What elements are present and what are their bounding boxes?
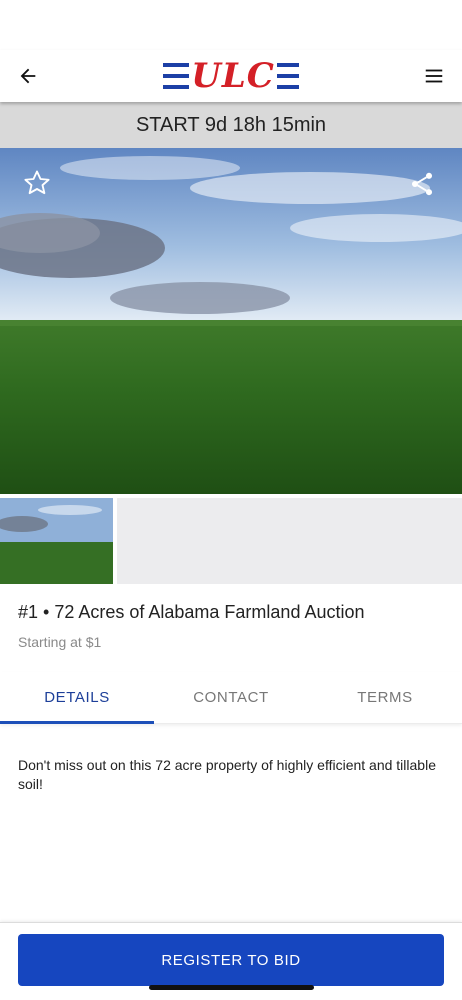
logo-bars-right bbox=[276, 63, 299, 89]
details-description: Don't miss out on this 72 acre property … bbox=[18, 757, 436, 792]
listing-tabs: DETAILS CONTACT TERMS bbox=[0, 672, 462, 724]
status-bar bbox=[0, 0, 462, 50]
back-button[interactable] bbox=[16, 64, 40, 88]
logo-text: ULC bbox=[191, 56, 275, 96]
image-thumbnails bbox=[0, 494, 462, 586]
app-header: ULC bbox=[0, 50, 462, 102]
share-button[interactable] bbox=[408, 170, 438, 200]
share-icon bbox=[411, 172, 433, 196]
register-to-bid-button[interactable]: REGISTER TO BID bbox=[18, 934, 444, 986]
farmland-photo bbox=[0, 148, 462, 494]
menu-button[interactable] bbox=[422, 64, 446, 88]
thumbnail-photo bbox=[0, 498, 113, 584]
ulc-logo[interactable]: ULC bbox=[163, 58, 299, 94]
tab-contact[interactable]: CONTACT bbox=[154, 672, 308, 723]
thumbnail-1[interactable] bbox=[0, 498, 113, 584]
hamburger-menu-icon bbox=[425, 69, 443, 83]
logo-bars-left bbox=[163, 63, 190, 89]
home-indicator[interactable] bbox=[149, 985, 314, 990]
listing-title: #1 • 72 Acres of Alabama Farmland Auctio… bbox=[18, 602, 365, 622]
hero-image[interactable] bbox=[0, 148, 462, 494]
tab-terms[interactable]: TERMS bbox=[308, 672, 462, 723]
auction-countdown: START 9d 18h 15min bbox=[0, 102, 462, 148]
thumbnail-placeholder bbox=[117, 498, 462, 584]
tab-details[interactable]: DETAILS bbox=[0, 672, 154, 724]
favorite-button[interactable] bbox=[22, 168, 52, 198]
arrow-left-icon bbox=[20, 68, 36, 84]
starting-price: Starting at $1 bbox=[18, 634, 102, 650]
star-outline-icon bbox=[24, 170, 50, 195]
